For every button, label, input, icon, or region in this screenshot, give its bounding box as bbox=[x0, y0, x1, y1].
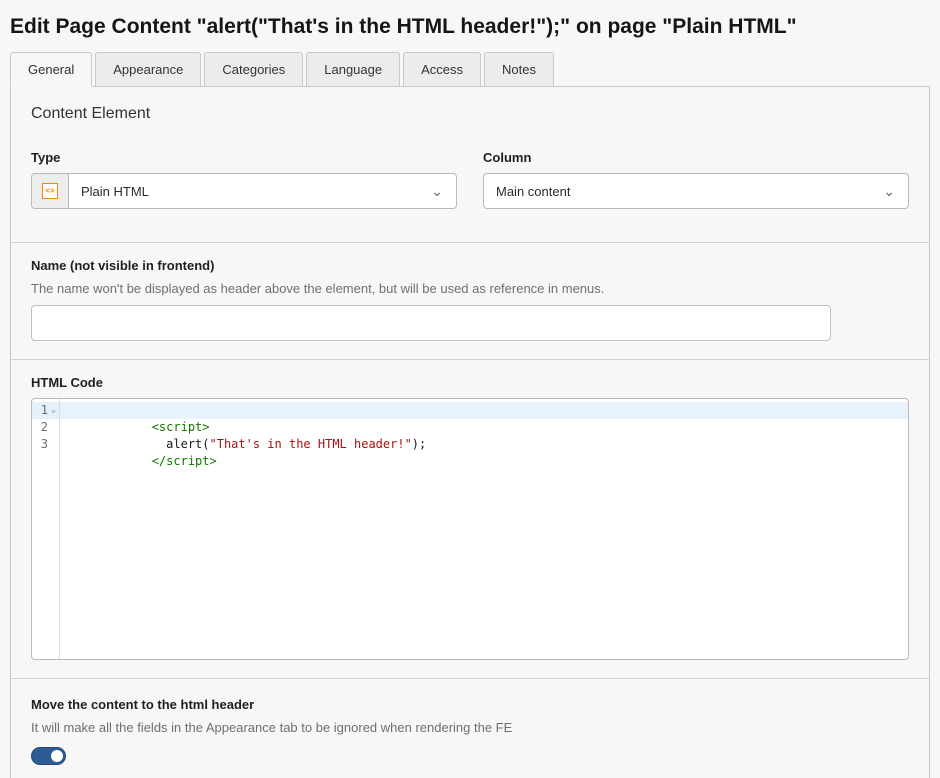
code-token: alert( bbox=[152, 437, 210, 451]
code-line: <script> bbox=[60, 402, 908, 419]
move-header-toggle[interactable] bbox=[31, 747, 66, 765]
gutter-line-2: 2 bbox=[32, 419, 59, 436]
type-icon-cell: <> bbox=[32, 174, 69, 208]
editor-gutter: 1 ⌄ 2 3 bbox=[32, 399, 60, 659]
name-label: Name (not visible in frontend) bbox=[31, 258, 909, 273]
plain-html-type-icon: <> bbox=[42, 183, 58, 199]
line-number: 2 bbox=[41, 419, 48, 436]
code-token: "That's in the HTML header!" bbox=[210, 437, 412, 451]
tab-notes[interactable]: Notes bbox=[484, 52, 554, 87]
type-label: Type bbox=[31, 150, 457, 165]
move-header-label: Move the content to the html header bbox=[31, 697, 909, 712]
tab-categories[interactable]: Categories bbox=[204, 52, 303, 87]
form-tab-bar: General Appearance Categories Language A… bbox=[10, 52, 930, 87]
toggle-knob bbox=[51, 750, 63, 762]
tab-general[interactable]: General bbox=[10, 52, 92, 87]
tab-language[interactable]: Language bbox=[306, 52, 400, 87]
content-element-heading: Content Element bbox=[31, 105, 909, 123]
page-title: Edit Page Content "alert("That's in the … bbox=[10, 15, 930, 39]
html-code-label: HTML Code bbox=[31, 375, 909, 390]
fold-arrow-icon[interactable]: ⌄ bbox=[48, 402, 59, 419]
line-number: 1 bbox=[41, 402, 48, 419]
type-select-value: Plain HTML bbox=[69, 184, 431, 199]
code-area[interactable]: <script> alert("That's in the HTML heade… bbox=[60, 399, 908, 659]
section-content-element: Content Element Type <> Plain HTML ⌄ Col… bbox=[11, 87, 929, 243]
code-token: </script> bbox=[152, 454, 217, 468]
type-field: Type <> Plain HTML ⌄ bbox=[31, 150, 457, 209]
code-token: ); bbox=[412, 437, 426, 451]
tab-access[interactable]: Access bbox=[403, 52, 481, 87]
edit-content-page: Edit Page Content "alert("That's in the … bbox=[0, 15, 940, 778]
gutter-line-1: 1 ⌄ bbox=[32, 402, 59, 419]
general-tab-panel: Content Element Type <> Plain HTML ⌄ Col… bbox=[10, 87, 930, 778]
section-move-header: Move the content to the html header It w… bbox=[11, 679, 929, 778]
code-editor[interactable]: 1 ⌄ 2 3 <script> bbox=[31, 398, 909, 660]
code-token: <script> bbox=[152, 420, 210, 434]
type-select[interactable]: <> Plain HTML ⌄ bbox=[31, 173, 457, 209]
section-name: Name (not visible in frontend) The name … bbox=[11, 243, 929, 360]
name-description: The name won't be displayed as header ab… bbox=[31, 281, 909, 296]
chevron-down-icon: ⌄ bbox=[883, 184, 908, 198]
column-select-value: Main content bbox=[484, 184, 883, 199]
column-field: Column Main content ⌄ bbox=[483, 150, 909, 209]
name-input[interactable] bbox=[31, 305, 831, 341]
column-label: Column bbox=[483, 150, 909, 165]
gutter-line-3: 3 bbox=[32, 436, 59, 453]
section-html-code: HTML Code 1 ⌄ 2 3 bbox=[11, 360, 929, 679]
column-select[interactable]: Main content ⌄ bbox=[483, 173, 909, 209]
chevron-down-icon: ⌄ bbox=[431, 184, 456, 198]
line-number: 3 bbox=[41, 436, 48, 453]
move-header-description: It will make all the fields in the Appea… bbox=[31, 720, 909, 735]
tab-appearance[interactable]: Appearance bbox=[95, 52, 201, 87]
